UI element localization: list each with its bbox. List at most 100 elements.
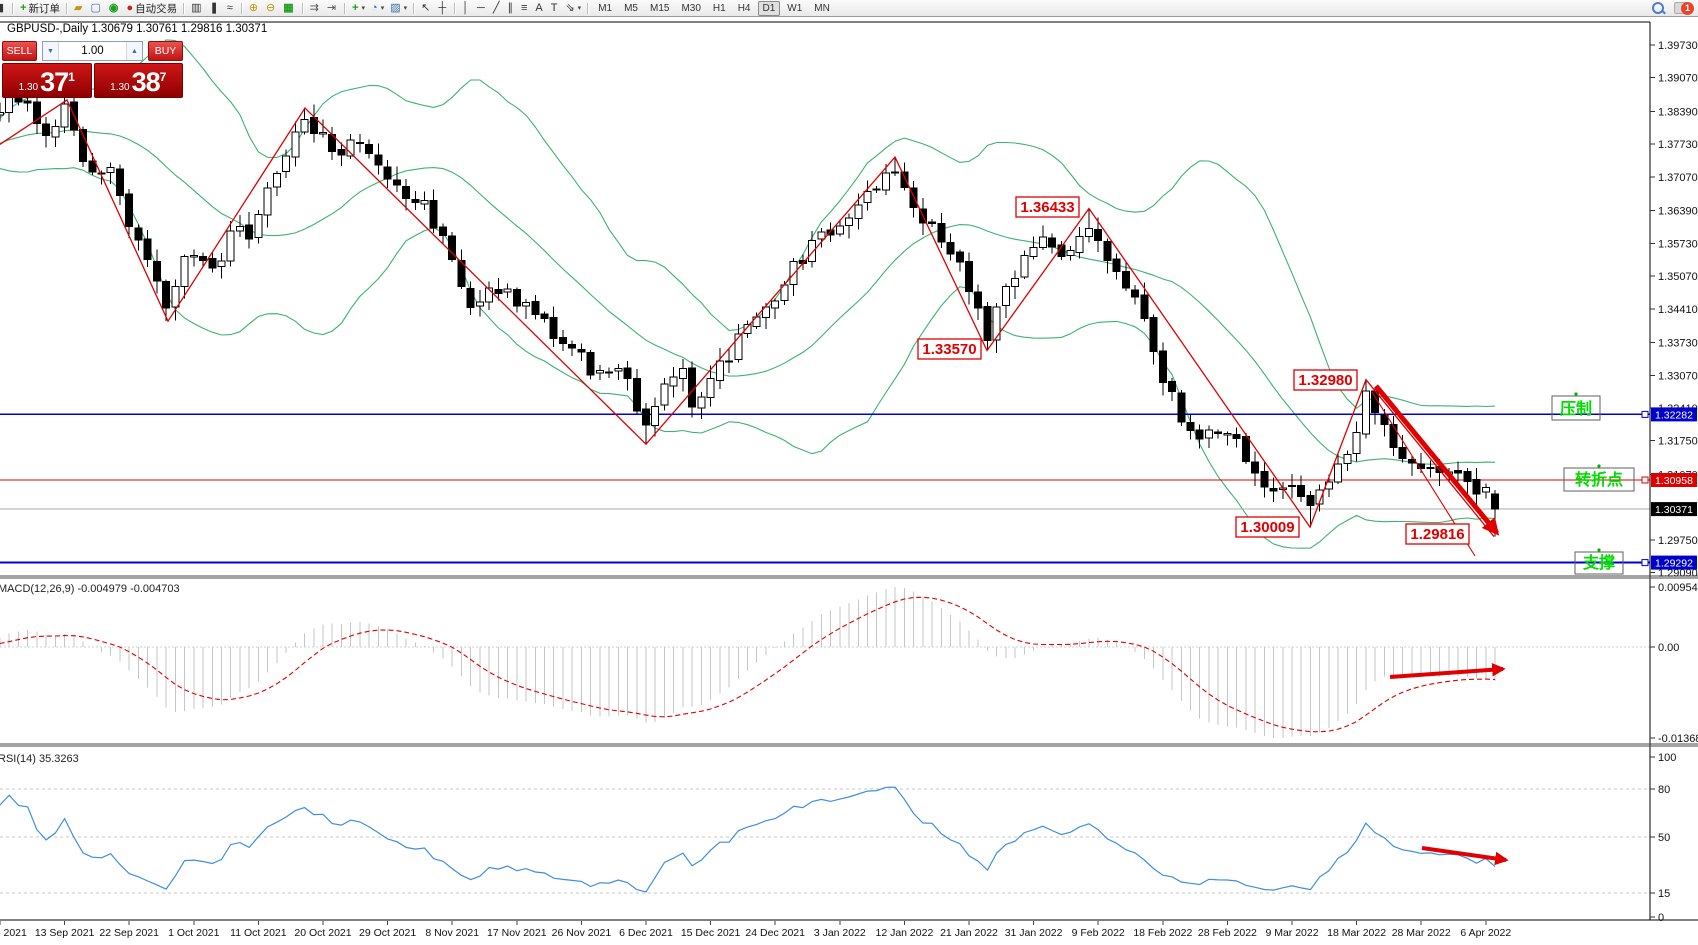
candle [596, 371, 603, 373]
price-tick: 1.36390 [1658, 206, 1698, 218]
candlestick-chart-button[interactable]: ❚ [207, 1, 224, 16]
zigzag-line[interactable] [0, 100, 1494, 537]
indicators-button[interactable]: +▾ [349, 1, 368, 16]
volume-up-button[interactable]: ▲ [126, 42, 142, 60]
candle [366, 145, 373, 154]
price-tick: 1.33070 [1658, 370, 1698, 382]
tf-button-M15[interactable]: M15 [645, 1, 674, 16]
trendline-tool[interactable]: ╱ [490, 1, 505, 16]
candle [587, 353, 594, 375]
text-label-tool[interactable]: T [548, 1, 563, 16]
toolbar: ▮ + 新订单 ▰ ▢ ◉ ● 自动交易 ▥ ❚ ≈ ⊕ ⊖ ▦ ⇉ ⇥ +▾ … [0, 0, 1698, 17]
separator [344, 3, 346, 14]
swing-label-1.30009[interactable]: 1.30009 [1236, 517, 1299, 537]
candle [1464, 471, 1471, 481]
swing-label-1.33570[interactable]: 1.33570 [918, 339, 981, 359]
candle [836, 226, 843, 234]
annotation-压制[interactable]: 压制 [1552, 392, 1600, 420]
swing-label-1.36433[interactable]: 1.36433 [1016, 197, 1079, 217]
candle [606, 372, 613, 373]
hline-tool[interactable]: ─ [474, 1, 490, 16]
candle [98, 173, 105, 174]
line-handle [1642, 477, 1648, 483]
candle [984, 306, 991, 340]
templates-button[interactable]: ▨▾ [387, 1, 410, 16]
candle [144, 239, 151, 260]
date-tick: 24 Dec 2021 [745, 927, 805, 939]
candle [1298, 486, 1305, 497]
candle [643, 409, 650, 425]
swing-label-1.29816[interactable]: 1.29816 [1406, 524, 1469, 544]
tf-button-M1[interactable]: M1 [593, 1, 617, 16]
candle [541, 314, 548, 318]
tf-button-H1[interactable]: H1 [708, 1, 731, 16]
market-depth-button[interactable]: ▰ [71, 1, 87, 16]
bar-chart-icon: ▥ [191, 2, 201, 14]
new-order-button[interactable]: + 新订单 [17, 1, 63, 16]
notification-badge[interactable]: 1 [1681, 2, 1694, 15]
buy-price-display[interactable]: 1.30387 [94, 63, 184, 98]
channel-tool[interactable]: ∥ [504, 1, 518, 16]
tf-button-D1[interactable]: D1 [758, 1, 781, 16]
candle [661, 384, 668, 405]
cursor-tool[interactable]: ↖ [418, 1, 435, 16]
arrows-tool[interactable]: ⇘▾ [562, 1, 584, 16]
clock-icon: ◔ [371, 2, 378, 14]
candle [956, 252, 963, 262]
buy-button[interactable]: BUY [148, 41, 183, 61]
date-tick: 28 Feb 2022 [1198, 927, 1257, 939]
date-tick: 29 Oct 2021 [359, 927, 416, 939]
svg-text:压制: 压制 [1560, 400, 1592, 418]
tile-windows-icon: ▦ [283, 2, 293, 14]
price-tick: 1.29750 [1658, 535, 1698, 547]
periods-button[interactable]: ◔▾ [368, 1, 387, 16]
one-click-trading-panel: SELL ▼ 1.00 ▲ BUY 1.30371 1.30387 [2, 41, 183, 98]
date-tick: 28 Mar 2022 [1392, 927, 1451, 939]
tf-button-M5[interactable]: M5 [619, 1, 643, 16]
trendline-icon: ╱ [493, 2, 500, 14]
chart-shift-button[interactable]: ⇥ [324, 1, 341, 16]
candle [864, 192, 871, 203]
candle [504, 289, 511, 292]
zoom-out-button[interactable]: ⊖ [263, 1, 280, 16]
tile-windows-button[interactable]: ▦ [280, 1, 298, 16]
bar-chart-button[interactable]: ▥ [188, 1, 206, 16]
fibonacci-tool[interactable]: ≡ [518, 1, 532, 16]
candle [569, 344, 576, 348]
crosshair-tool[interactable]: ┼ [435, 1, 451, 16]
separator [12, 3, 14, 14]
date-tick: 3 Jan 2022 [814, 927, 866, 939]
annotation-转折点[interactable]: 转折点 [1564, 464, 1634, 491]
tf-button-W1[interactable]: W1 [782, 1, 807, 16]
tf-button-MN[interactable]: MN [809, 1, 835, 16]
vline-tool[interactable]: │ [459, 1, 474, 16]
autotrade-button[interactable]: ● 自动交易 [123, 1, 180, 16]
separator [302, 3, 304, 14]
tf-button-M30[interactable]: M30 [676, 1, 705, 16]
candle [1178, 393, 1185, 422]
candle [52, 127, 59, 137]
terminal-button[interactable]: ▢ [87, 1, 105, 16]
line-chart-button[interactable]: ≈ [224, 1, 238, 16]
candle [809, 241, 816, 262]
text-tool[interactable]: A [532, 1, 547, 16]
charts-icon[interactable]: ▮ [0, 1, 9, 16]
annotation-支撑[interactable]: 支撑 [1575, 548, 1623, 574]
candle [1196, 430, 1203, 439]
search-icon[interactable] [1652, 2, 1664, 14]
sell-button[interactable]: SELL [2, 41, 37, 61]
svg-text:1.32980: 1.32980 [1298, 372, 1352, 389]
sell-price-display[interactable]: 1.30371 [2, 63, 92, 98]
svg-text:1.36433: 1.36433 [1020, 199, 1074, 216]
candle [476, 302, 483, 306]
chart-canvas[interactable]: 1.36433 1.33570 1.32980 1.30009 1.29816 压制转折点… [0, 0, 1698, 945]
volume-down-button[interactable]: ▼ [43, 42, 59, 60]
line-handle [1642, 560, 1648, 566]
tf-button-H4[interactable]: H4 [733, 1, 756, 16]
auto-scroll-button[interactable]: ⇉ [307, 1, 324, 16]
zoom-in-button[interactable]: ⊕ [246, 1, 263, 16]
volume-input[interactable]: 1.00 [59, 42, 126, 60]
swing-label-1.32980[interactable]: 1.32980 [1294, 370, 1357, 390]
date-tick: 18 Feb 2022 [1133, 927, 1192, 939]
signals-button[interactable]: ◉ [106, 1, 124, 16]
